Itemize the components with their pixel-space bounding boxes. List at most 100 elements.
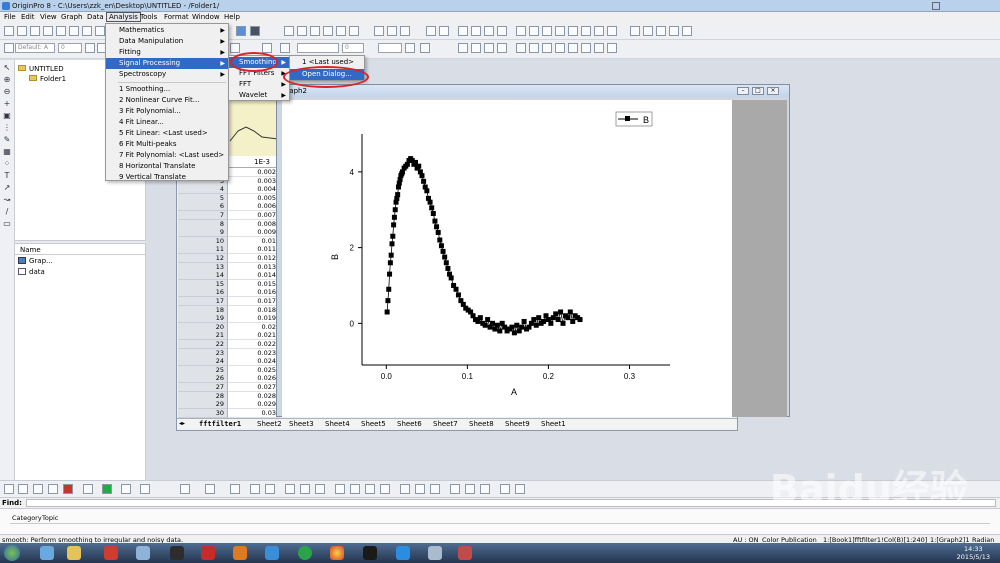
recent-fit-linear[interactable]: 4 Fit Linear... xyxy=(106,117,228,128)
project-folder[interactable]: Folder1 xyxy=(40,75,66,83)
menu-edit[interactable]: Edit xyxy=(19,13,37,21)
media-icon[interactable] xyxy=(136,546,150,560)
front-icon[interactable] xyxy=(484,43,494,53)
menu-file[interactable]: File xyxy=(2,13,18,21)
recent-fit-polynomial-last[interactable]: 7 Fit Polynomial: <Last used> xyxy=(106,150,228,161)
new-excel-icon[interactable] xyxy=(69,26,79,36)
header-cell[interactable]: 1E-3 xyxy=(228,158,278,166)
category-header[interactable]: Category xyxy=(12,514,42,522)
topic-header[interactable]: Topic xyxy=(42,514,58,522)
layer-2-icon[interactable] xyxy=(450,484,460,494)
matlab-icon[interactable] xyxy=(233,546,247,560)
new-function-icon[interactable] xyxy=(56,26,66,36)
align-horizontal-icon[interactable] xyxy=(581,43,591,53)
ie-icon[interactable] xyxy=(40,546,54,560)
graph-maximize-icon[interactable]: □ xyxy=(752,87,764,95)
recent-nonlinear-fit[interactable]: 2 Nonlinear Curve Fit... xyxy=(106,95,228,106)
new-matrix-icon[interactable] xyxy=(43,26,53,36)
timestamp-icon[interactable] xyxy=(594,26,604,36)
refresh-icon[interactable] xyxy=(297,26,307,36)
chrome-icon[interactable] xyxy=(330,546,344,560)
recent-horizontal-translate[interactable]: 8 Horizontal Translate xyxy=(106,161,228,172)
contour-icon[interactable] xyxy=(140,484,150,494)
menu-data-manipulation[interactable]: Data Manipulation ▶ xyxy=(106,36,228,47)
recent-fit-linear-last[interactable]: 5 Fit Linear: <Last used> xyxy=(106,128,228,139)
app-icon[interactable] xyxy=(265,546,279,560)
extract-icon[interactable] xyxy=(555,26,565,36)
image-plot-icon[interactable] xyxy=(350,484,360,494)
align-right-icon[interactable] xyxy=(529,43,539,53)
border-icon[interactable] xyxy=(420,43,430,53)
menu-fitting[interactable]: Fitting ▶ xyxy=(106,47,228,58)
media-player-icon[interactable] xyxy=(170,546,184,560)
project-item-data[interactable]: data xyxy=(29,268,45,276)
font-name-select[interactable]: Default: A xyxy=(15,43,55,53)
save-icon[interactable] xyxy=(95,26,105,36)
recent-vertical-translate[interactable]: 9 Vertical Translate xyxy=(106,172,228,183)
pointer-icon[interactable]: ↖ xyxy=(3,64,11,72)
ternary-icon[interactable] xyxy=(230,484,240,494)
recent-fit-polynomial[interactable]: 3 Fit Polynomial... xyxy=(106,106,228,117)
network-app-icon[interactable] xyxy=(298,546,312,560)
font-size-select[interactable]: 0 xyxy=(58,43,82,53)
bar-3d-icon[interactable] xyxy=(400,484,410,494)
line-width-select[interactable]: 0 xyxy=(342,43,364,53)
font-color-icon[interactable] xyxy=(230,43,240,53)
zoom-graph-icon[interactable] xyxy=(515,484,525,494)
tab-scroll-left-icon[interactable]: ◂▸ xyxy=(179,420,185,427)
table-icon[interactable] xyxy=(643,26,653,36)
tab-sheet8[interactable]: Sheet8 xyxy=(469,420,494,428)
new-worksheet-icon[interactable] xyxy=(17,26,27,36)
merge-icon[interactable] xyxy=(542,26,552,36)
align-bottom-icon[interactable] xyxy=(555,43,565,53)
statistics-icon[interactable] xyxy=(656,26,666,36)
start-button-icon[interactable] xyxy=(4,545,20,561)
tab-sheet5[interactable]: Sheet5 xyxy=(361,420,386,428)
surface-icon[interactable] xyxy=(365,484,375,494)
line-style-icon[interactable] xyxy=(18,484,28,494)
text-tool-icon[interactable]: T xyxy=(3,172,11,180)
pattern-icon[interactable] xyxy=(83,484,93,494)
legend-icon[interactable] xyxy=(581,26,591,36)
smith-icon[interactable] xyxy=(250,484,260,494)
origin-taskbar-icon[interactable] xyxy=(428,546,442,560)
stock-icon[interactable] xyxy=(315,484,325,494)
wall-icon[interactable] xyxy=(415,484,425,494)
menu-analysis[interactable]: Analysis xyxy=(106,12,141,22)
tab-sheet9[interactable]: Sheet9 xyxy=(505,420,530,428)
explorer-icon[interactable] xyxy=(67,546,81,560)
tab-sheet3[interactable]: Sheet3 xyxy=(289,420,314,428)
menu-view[interactable]: View xyxy=(38,13,59,21)
code-builder-icon[interactable] xyxy=(323,26,333,36)
results-log-icon[interactable] xyxy=(336,26,346,36)
menu-wavelet[interactable]: Wavelet ▶ xyxy=(229,90,289,101)
menu-format[interactable]: Format xyxy=(162,13,191,21)
project-item-graph[interactable]: Grap... xyxy=(29,257,53,265)
screen-reader-icon[interactable]: + xyxy=(3,100,11,108)
graph-close-icon[interactable]: × xyxy=(767,87,779,95)
xyz-icon[interactable] xyxy=(430,484,440,494)
polar-icon[interactable] xyxy=(205,484,215,494)
layer-4-icon[interactable] xyxy=(465,484,475,494)
plot-line-icon[interactable] xyxy=(458,26,468,36)
graph-minimize-icon[interactable]: – xyxy=(737,87,749,95)
draw-data-icon[interactable]: ✎ xyxy=(3,136,11,144)
text-tool-icon[interactable] xyxy=(4,43,14,53)
active-app-icon[interactable] xyxy=(458,546,472,560)
matrix-plot-icon[interactable] xyxy=(335,484,345,494)
same-height-icon[interactable] xyxy=(607,43,617,53)
box-chart-icon[interactable] xyxy=(285,484,295,494)
template-icon[interactable] xyxy=(180,484,190,494)
plot-column-icon[interactable] xyxy=(497,26,507,36)
menu-fft[interactable]: FFT ▶ xyxy=(229,79,289,90)
same-width-icon[interactable] xyxy=(594,43,604,53)
notes-icon[interactable] xyxy=(250,26,260,36)
tab-sheet4[interactable]: Sheet4 xyxy=(325,420,350,428)
pdf-icon[interactable] xyxy=(201,546,215,560)
zoom-out-icon[interactable]: ⊖ xyxy=(3,88,11,96)
mask-points-icon[interactable]: ▦ xyxy=(3,148,11,156)
histogram-icon[interactable] xyxy=(300,484,310,494)
align-top-icon[interactable] xyxy=(542,43,552,53)
copy-icon[interactable] xyxy=(387,26,397,36)
layer-9-icon[interactable] xyxy=(480,484,490,494)
